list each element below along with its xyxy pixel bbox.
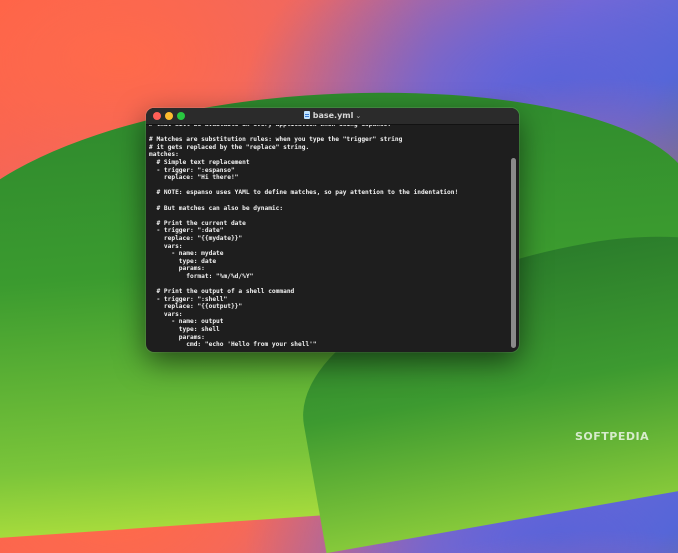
code-line[interactable]: - trigger: ":date" <box>149 227 508 235</box>
code-line[interactable]: vars: <box>149 311 508 319</box>
code-line[interactable]: params: <box>149 265 508 273</box>
code-line[interactable]: # NOTE: espanso uses YAML to define matc… <box>149 189 508 197</box>
code-line[interactable]: vars: <box>149 243 508 251</box>
scrollbar-thumb[interactable] <box>511 158 516 348</box>
editor-window: base.yml⌄ # that will be available in ev… <box>146 108 519 352</box>
code-line[interactable]: # Matches are substitution rules: when y… <box>149 136 508 144</box>
code-line[interactable]: type: date <box>149 258 508 266</box>
document-icon <box>303 111 310 119</box>
code-line[interactable]: # Simple text replacement <box>149 159 508 167</box>
code-line[interactable]: replace: "Hi there!" <box>149 174 508 182</box>
code-line[interactable]: format: "%m/%d/%Y" <box>149 273 508 281</box>
code-line[interactable]: # Print the output of a shell command <box>149 288 508 296</box>
watermark: SOFTPEDIA <box>575 430 650 443</box>
code-line[interactable]: replace: "{{output}}" <box>149 303 508 311</box>
chevron-down-icon[interactable]: ⌄ <box>355 112 361 120</box>
code-line[interactable]: - name: mydate <box>149 250 508 258</box>
code-line[interactable] <box>149 197 508 205</box>
window-title-text: base.yml <box>312 111 354 120</box>
code-line[interactable]: # But matches can also be dynamic: <box>149 205 508 213</box>
code-line[interactable]: - name: output <box>149 318 508 326</box>
code-content[interactable]: # that will be available in every applic… <box>146 125 508 349</box>
code-line[interactable]: # it gets replaced by the "replace" stri… <box>149 144 508 152</box>
window-title[interactable]: base.yml ⌄ <box>146 110 519 122</box>
code-line[interactable]: cmd: "echo 'Hello from your shell'" <box>149 341 508 349</box>
code-line[interactable] <box>149 280 508 288</box>
title-bar[interactable]: base.yml ⌄ <box>146 108 519 125</box>
text-editor[interactable]: # that will be available in every applic… <box>146 125 508 352</box>
code-line[interactable] <box>149 212 508 220</box>
code-line[interactable]: replace: "{{mydate}}" <box>149 235 508 243</box>
code-line[interactable]: matches: <box>149 151 508 159</box>
code-line[interactable]: type: shell <box>149 326 508 334</box>
vertical-scrollbar[interactable] <box>509 125 517 350</box>
code-line[interactable]: params: <box>149 334 508 342</box>
code-line[interactable]: - trigger: ":shell" <box>149 296 508 304</box>
